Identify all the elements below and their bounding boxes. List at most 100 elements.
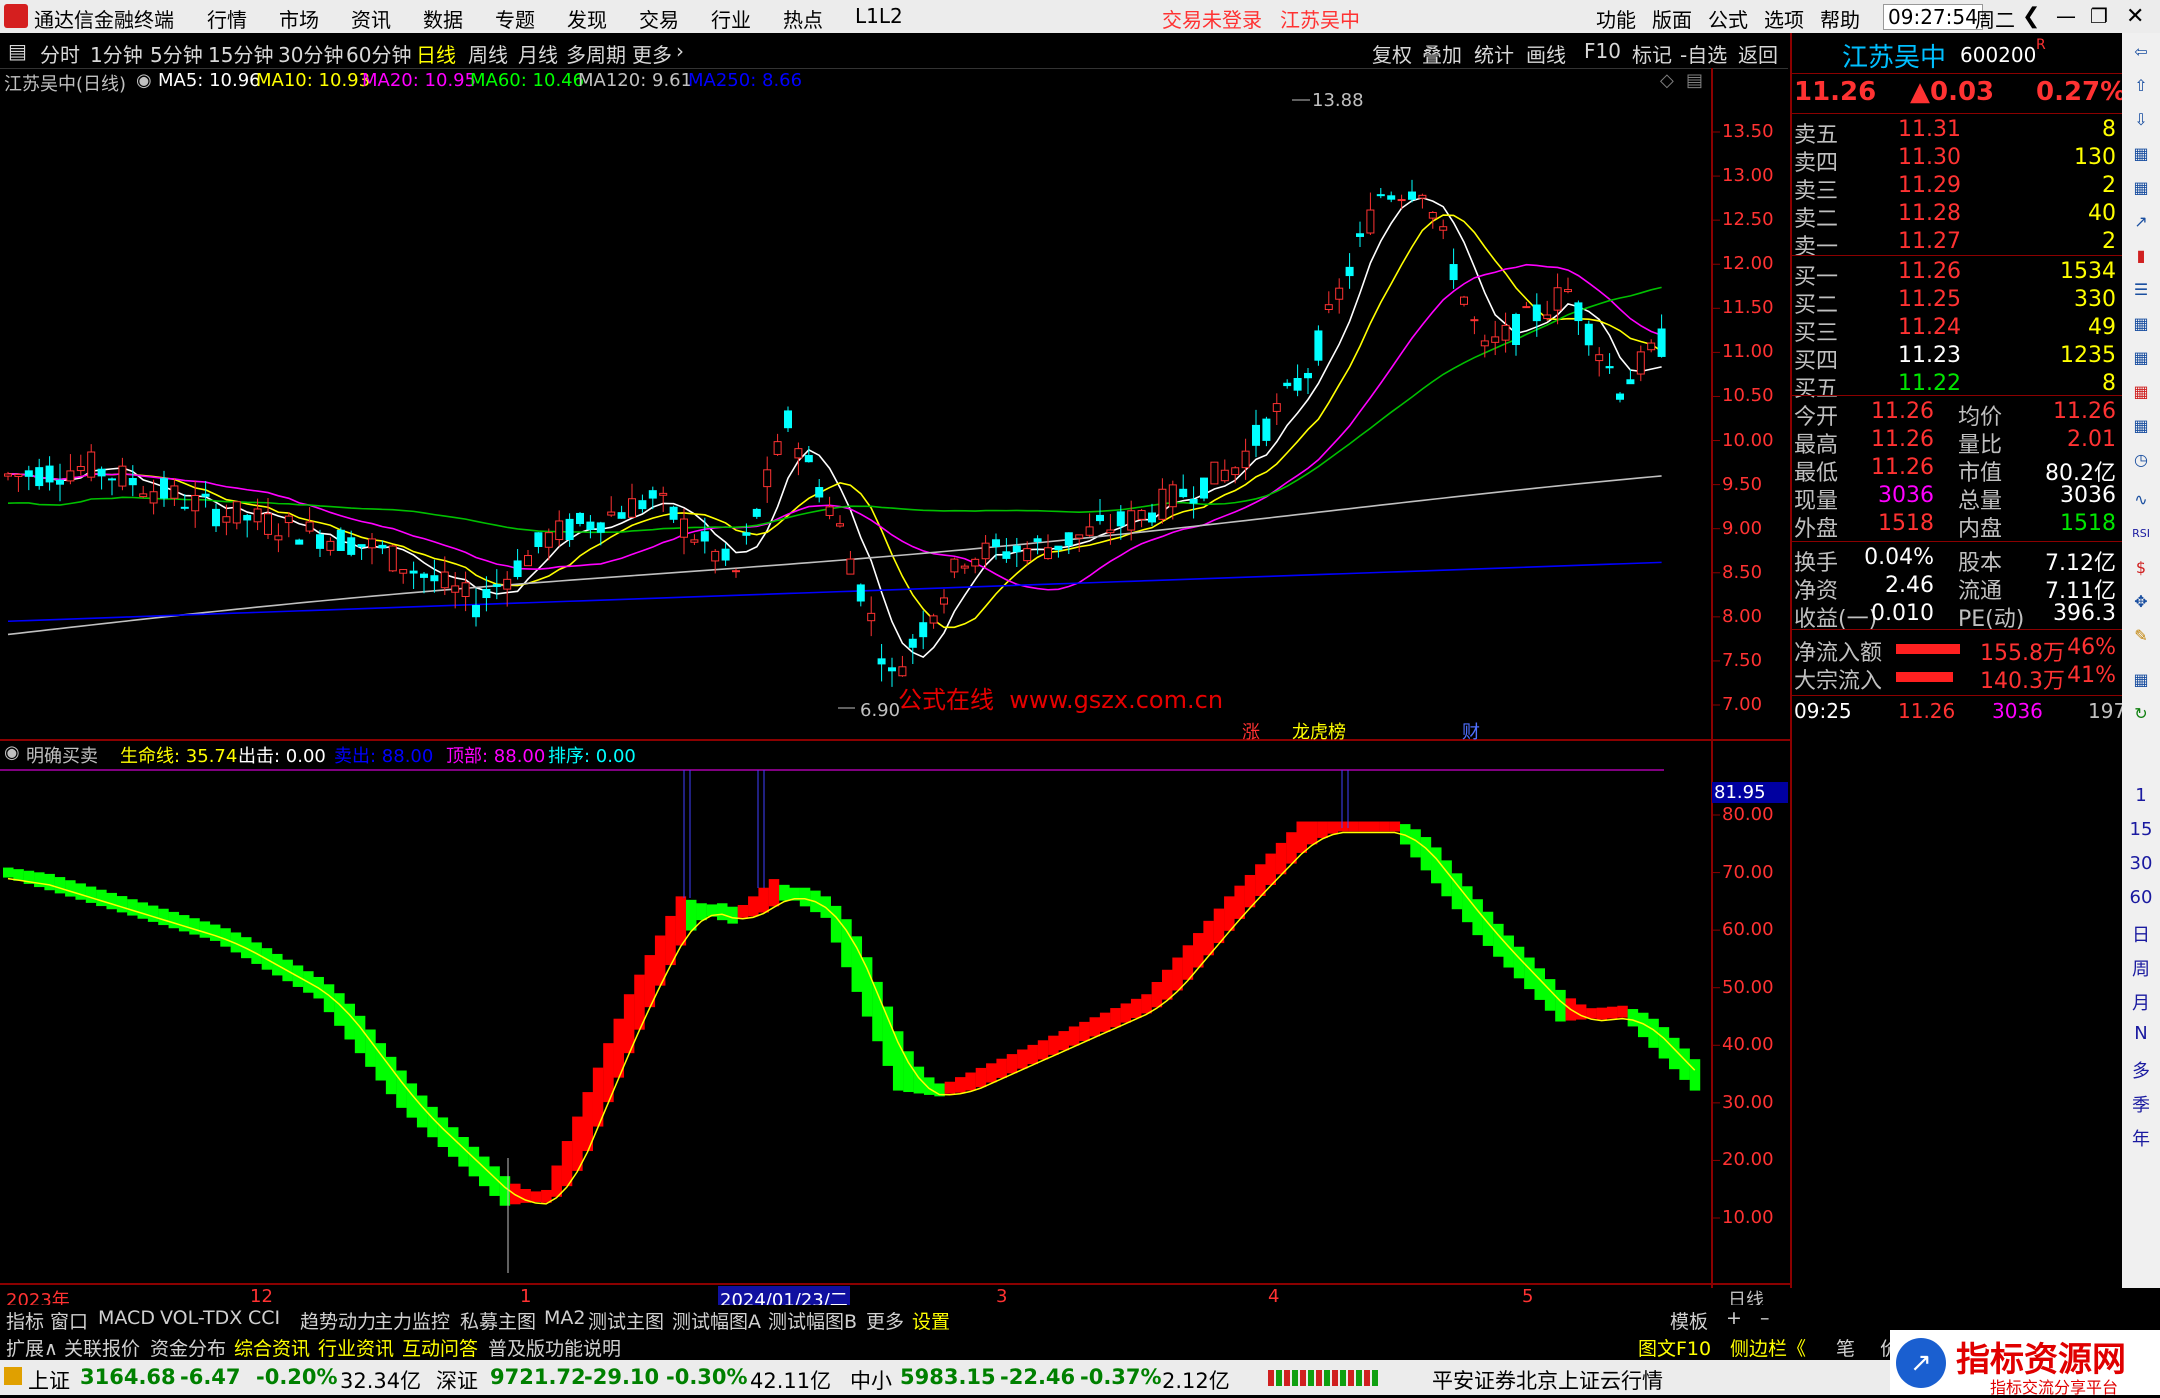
menu-industry[interactable]: 行业 [711, 4, 751, 33]
chart-icon[interactable]: ▦ [2130, 143, 2152, 165]
strip-period-2[interactable]: 30 [2122, 853, 2160, 874]
sh-name[interactable]: 上证 [28, 1365, 70, 1395]
btn-draw[interactable]: 画线 [1526, 39, 1566, 68]
clock-icon[interactable]: ◷ [2130, 449, 2152, 471]
strip-period-5[interactable]: 周 [2122, 955, 2160, 981]
strip-period-1[interactable]: 15 [2122, 819, 2160, 840]
strip-period-8[interactable]: 多 [2122, 1057, 2160, 1083]
period-1min[interactable]: 1分钟 [90, 39, 143, 68]
ask-row[interactable]: 卖四 11.30 130 [1792, 145, 2124, 176]
btn-watchlist-remove[interactable]: -自选 [1680, 39, 1727, 68]
menu-options[interactable]: 选项 [1764, 4, 1804, 33]
f2-icon[interactable]: ▦ [2130, 415, 2152, 437]
minimize-icon[interactable]: — [2056, 4, 2076, 28]
fs-icon[interactable]: ▦ [2130, 669, 2152, 691]
panel-toggle-icon[interactable]: ▤ [8, 39, 27, 63]
period-daily[interactable]: 日线 [416, 39, 456, 68]
back-icon[interactable]: ❮ [2022, 4, 2040, 29]
period-more[interactable]: 更多 [632, 39, 672, 68]
menu-data[interactable]: 数据 [423, 4, 463, 33]
sidebar-toggle[interactable]: 侧边栏《 [1730, 1334, 1806, 1361]
indicator-tab-12[interactable]: 更多 [866, 1307, 904, 1334]
ask-row[interactable]: 卖二 11.28 40 [1792, 201, 2124, 232]
indicator-tab-11[interactable]: 测试幅图B [768, 1307, 857, 1334]
extension-tab-1[interactable]: 关联报价 [64, 1334, 140, 1361]
zx-name[interactable]: 中小 [850, 1365, 892, 1395]
extension-tab-3[interactable]: 综合资讯 [234, 1334, 310, 1361]
strip-period-9[interactable]: 季 [2122, 1091, 2160, 1117]
panel-icon[interactable]: ▤ [1686, 70, 1703, 91]
period-30min[interactable]: 30分钟 [278, 39, 343, 68]
indicator-tab-13[interactable]: 设置 [912, 1307, 950, 1334]
strip-period-4[interactable]: 日 [2122, 921, 2160, 947]
indicator-tab-6[interactable]: 主力监控 [374, 1307, 450, 1334]
menu-hot[interactable]: 热点 [783, 4, 823, 33]
period-60min[interactable]: 60分钟 [346, 39, 411, 68]
btn-mark[interactable]: 标记 [1632, 39, 1672, 68]
arrow-up-icon[interactable]: ⇧ [2130, 75, 2152, 97]
template-button[interactable]: 模板 [1670, 1307, 1708, 1334]
btn-overlay[interactable]: 叠加 [1422, 39, 1462, 68]
ask-row[interactable]: 卖三 11.29 2 [1792, 173, 2124, 204]
menu-layout[interactable]: 版面 [1652, 4, 1692, 33]
indicator-settings-icon[interactable]: ◉ [4, 742, 20, 763]
f10-icon[interactable]: ▦ [2130, 313, 2152, 335]
menu-function[interactable]: 功能 [1596, 4, 1636, 33]
chevron-right-icon[interactable]: › [676, 39, 684, 63]
extension-tab-0[interactable]: 扩展∧ [6, 1334, 58, 1361]
menu-help[interactable]: 帮助 [1820, 4, 1860, 33]
menu-l1l2[interactable]: L1L2 [855, 4, 903, 28]
list-icon[interactable]: ☰ [2130, 279, 2152, 301]
indicator-tab-2[interactable]: MACD [98, 1307, 155, 1329]
ask-row[interactable]: 卖五 11.31 8 [1792, 117, 2124, 148]
indicator-tab-10[interactable]: 测试幅图A [672, 1307, 761, 1334]
menu-market[interactable]: 行情 [207, 4, 247, 33]
restore-icon[interactable]: ❐ [2090, 4, 2108, 28]
period-multi[interactable]: 多周期 [566, 39, 626, 68]
chart-area[interactable]: 江苏吴中(日线) ◉ MA5: 10.96 MA10: 10.93 MA20: … [0, 68, 1790, 1312]
candle-icon[interactable]: ▮ [2130, 245, 2152, 267]
extension-tab-4[interactable]: 行业资讯 [318, 1334, 394, 1361]
btn-return[interactable]: 返回 [1738, 39, 1778, 68]
strip-period-10[interactable]: 年 [2122, 1125, 2160, 1151]
extension-tab-5[interactable]: 互动问答 [402, 1334, 478, 1361]
ma-settings-icon[interactable]: ◉ [136, 70, 152, 91]
tag-dragon-tiger[interactable]: 龙虎榜 [1292, 718, 1346, 744]
bid-row[interactable]: 买二 11.25 330 [1792, 287, 2124, 318]
strip-period-7[interactable]: N [2122, 1023, 2160, 1044]
sz-name[interactable]: 深证 [436, 1365, 478, 1395]
refresh-icon[interactable]: ↻ [2130, 703, 2152, 725]
period-monthly[interactable]: 月线 [518, 39, 558, 68]
indicator-tab-8[interactable]: MA2 [544, 1307, 585, 1329]
extension-tab-6[interactable]: 普及版功能说明 [488, 1334, 621, 1361]
indicator-tab-7[interactable]: 私募主图 [460, 1307, 536, 1334]
line-chart-icon[interactable]: ↗ [2130, 211, 2152, 233]
diamond-icon[interactable]: ◇ [1660, 70, 1674, 91]
bid-row[interactable]: 买四 11.23 1235 [1792, 343, 2124, 374]
remove-tab-icon[interactable]: – [1760, 1307, 1770, 1329]
wave-icon[interactable]: ∿ [2130, 489, 2152, 511]
indicator-tab-4[interactable]: CCI [248, 1307, 280, 1329]
menu-icon[interactable] [4, 1367, 22, 1385]
period-5min[interactable]: 5分钟 [150, 39, 203, 68]
menu-news[interactable]: 资讯 [351, 4, 391, 33]
period-15min[interactable]: 15分钟 [208, 39, 273, 68]
f10-text-button[interactable]: 图文F10 [1638, 1334, 1711, 1361]
table-icon[interactable]: ▦ [2130, 347, 2152, 369]
arrow-left-icon[interactable]: ⇦ [2130, 41, 2152, 63]
tag-rise[interactable]: 涨 [1242, 718, 1260, 744]
menu-topics[interactable]: 专题 [495, 4, 535, 33]
indicator-tab-0[interactable]: 指标 [6, 1307, 44, 1334]
pencil-icon[interactable]: ✎ [2130, 625, 2152, 647]
menu-markets[interactable]: 市场 [279, 4, 319, 33]
bid-row[interactable]: 买一 11.26 1534 [1792, 259, 2124, 290]
strip-period-6[interactable]: 月 [2122, 989, 2160, 1015]
extension-tab-2[interactable]: 资金分布 [150, 1334, 226, 1361]
indicator-tab-9[interactable]: 测试主图 [588, 1307, 664, 1334]
menu-trade[interactable]: 交易 [639, 4, 679, 33]
menu-formula[interactable]: 公式 [1708, 4, 1748, 33]
strip-period-0[interactable]: 1 [2122, 785, 2160, 806]
strip-period-3[interactable]: 60 [2122, 887, 2160, 908]
indicator-tab-1[interactable]: 窗口 [50, 1307, 88, 1334]
btn-stats[interactable]: 统计 [1474, 39, 1514, 68]
